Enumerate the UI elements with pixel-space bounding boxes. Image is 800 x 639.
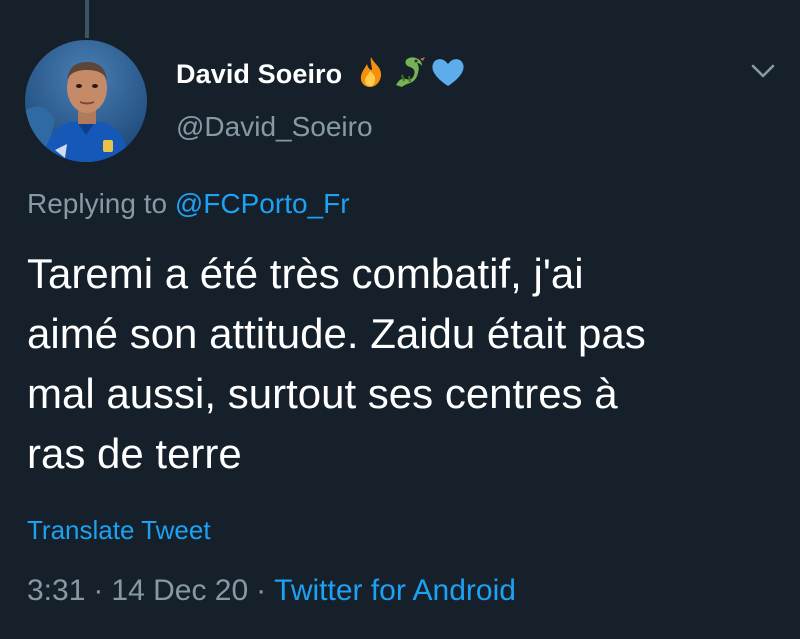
replying-to-label: Replying to bbox=[27, 188, 168, 219]
tweet-time[interactable]: 3:31 bbox=[27, 574, 85, 607]
tweet-date[interactable]: 14 Dec 20 bbox=[111, 574, 248, 607]
author-emoji-group bbox=[354, 55, 466, 94]
tweet-view: David Soeiro @David_Soeiro Replying to @… bbox=[0, 0, 800, 639]
translate-tweet-link[interactable]: Translate Tweet bbox=[27, 515, 211, 546]
tweet-source-link[interactable]: Twitter for Android bbox=[274, 574, 516, 607]
blue-heart-emoji-icon bbox=[430, 55, 466, 94]
thread-connector-line bbox=[85, 0, 89, 38]
tweet-text-line: aimé son attitude. Zaidu était pas bbox=[27, 310, 646, 357]
tweet-text: Taremi a été très combatif, j'ai aimé so… bbox=[27, 244, 777, 484]
tweet-text-line: mal aussi, surtout ses centres à bbox=[27, 370, 618, 417]
replying-to-line: Replying to @FCPorto_Fr bbox=[27, 188, 350, 220]
tweet-text-line: ras de terre bbox=[27, 430, 242, 477]
avatar[interactable] bbox=[25, 40, 147, 162]
fire-emoji-icon bbox=[354, 55, 388, 94]
meta-separator: · bbox=[93, 574, 104, 607]
chevron-down-icon[interactable] bbox=[750, 60, 776, 82]
author-display-name[interactable]: David Soeiro bbox=[176, 59, 342, 90]
tweet-text-line: Taremi a été très combatif, j'ai bbox=[27, 250, 584, 297]
meta-separator: · bbox=[256, 574, 267, 607]
reply-mention-link[interactable]: @FCPorto_Fr bbox=[175, 188, 350, 219]
author-handle[interactable]: @David_Soeiro bbox=[176, 111, 373, 143]
dragon-emoji-icon bbox=[390, 55, 428, 94]
tweet-metadata: 3:31 · 14 Dec 20 · Twitter for Android bbox=[27, 574, 516, 608]
author-name-row[interactable]: David Soeiro bbox=[176, 54, 466, 94]
